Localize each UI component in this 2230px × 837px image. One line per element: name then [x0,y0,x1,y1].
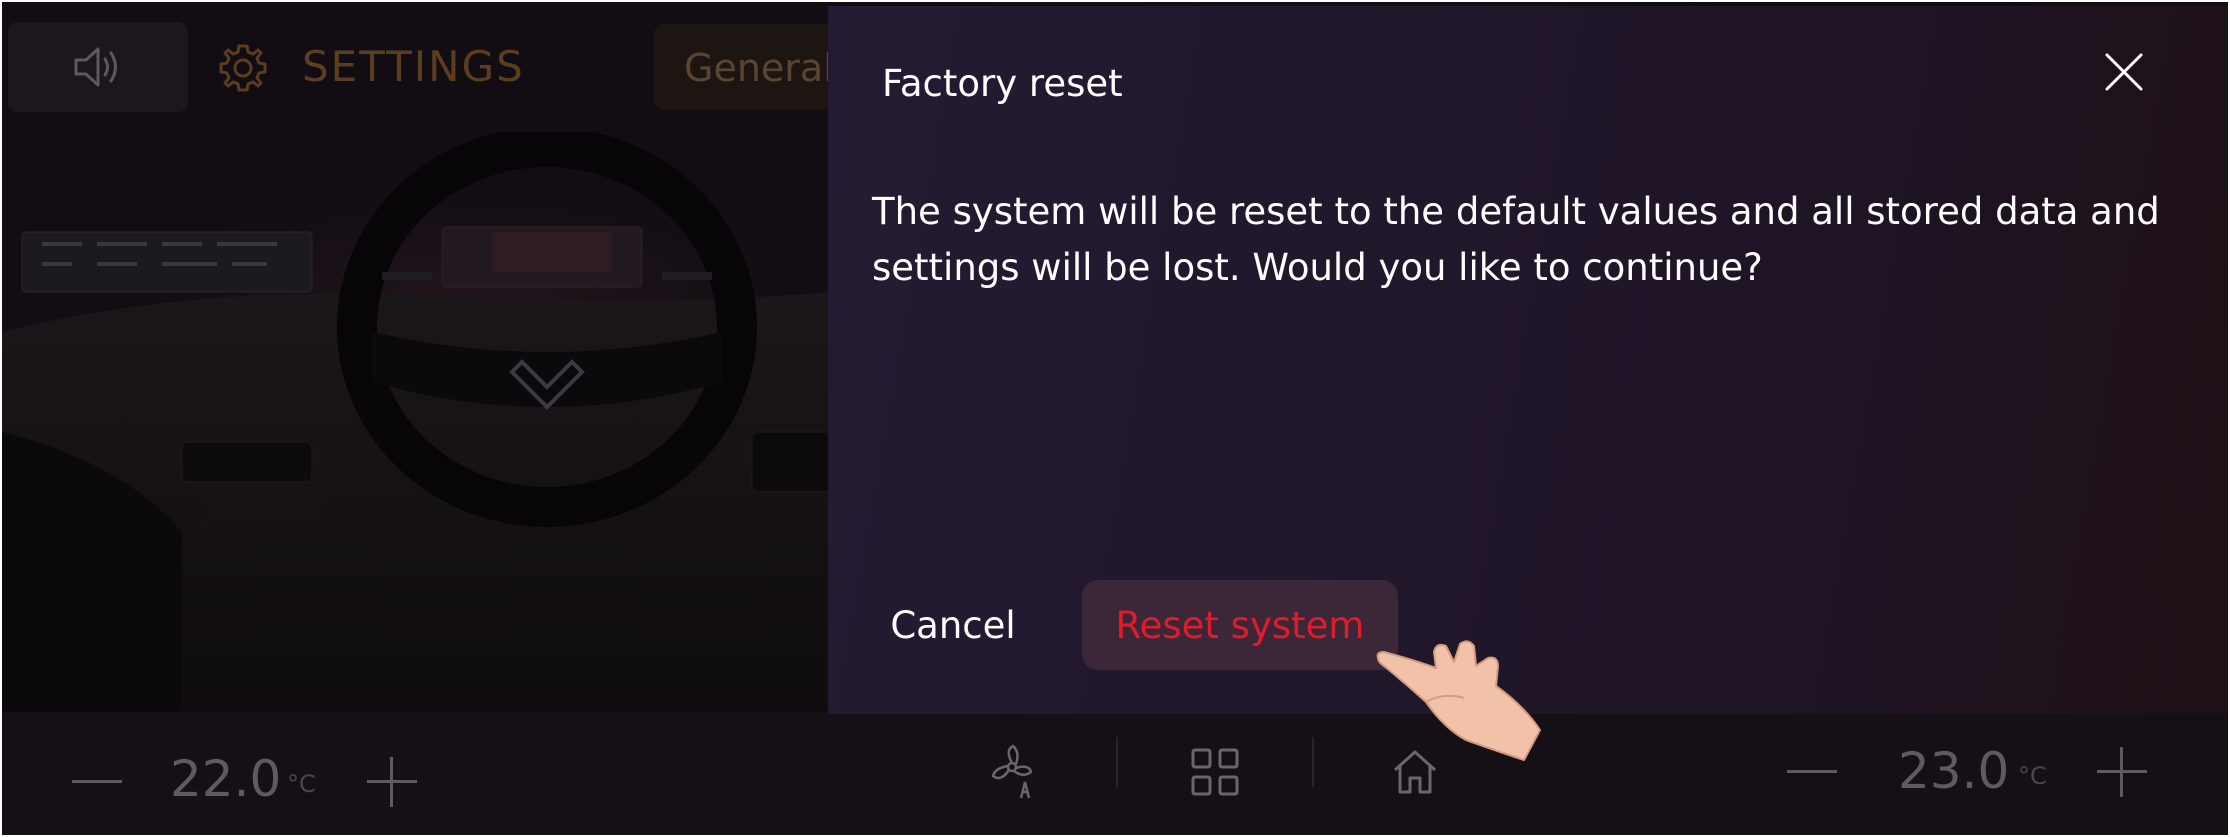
right-temp-value: 23.0 [1898,742,2010,800]
gear-icon [219,44,267,92]
bar-divider [1312,737,1314,787]
close-button[interactable] [2094,42,2154,102]
tab-general-label: General [684,46,834,90]
speaker-icon [74,47,117,87]
plus-icon [2097,747,2147,797]
right-temp-decrease-button[interactable] [1777,737,1847,807]
apps-button[interactable] [1180,737,1250,807]
bar-divider [1116,737,1118,787]
minus-icon [1787,770,1837,773]
left-temp-unit: °C [287,770,316,798]
volume-button[interactable] [8,22,188,112]
fan-auto-icon [991,744,1033,799]
dialog-message: The system will be reset to the default … [872,190,2160,289]
car-interior-image [2,132,832,717]
reset-system-button[interactable]: Reset system [1082,580,1398,670]
left-temp-decrease-button[interactable] [62,747,132,817]
close-icon [2105,53,2143,91]
cancel-button[interactable]: Cancel [868,580,1038,670]
plus-icon [367,757,417,807]
climate-bar [2,712,2228,835]
minus-icon [72,780,122,783]
apps-grid-icon [1191,748,1239,796]
dialog-title: Factory reset [882,62,1123,105]
tab-general[interactable]: General [654,24,854,110]
factory-reset-dialog: Factory reset The system will be reset t… [828,6,2228,714]
left-temp-value: 22.0 [170,750,282,808]
right-temp-increase-button[interactable] [2087,737,2157,807]
fan-auto-button[interactable] [982,737,1052,807]
right-temp-unit: °C [2018,762,2047,790]
settings-header: SETTINGS General [2,2,854,132]
left-temp-increase-button[interactable] [357,747,427,817]
pointing-hand-icon [1376,640,1541,761]
infotainment-screen: SETTINGS General 22.0 °C 23.0 °C Factory… [2,2,2228,835]
page-title: SETTINGS [302,42,525,91]
